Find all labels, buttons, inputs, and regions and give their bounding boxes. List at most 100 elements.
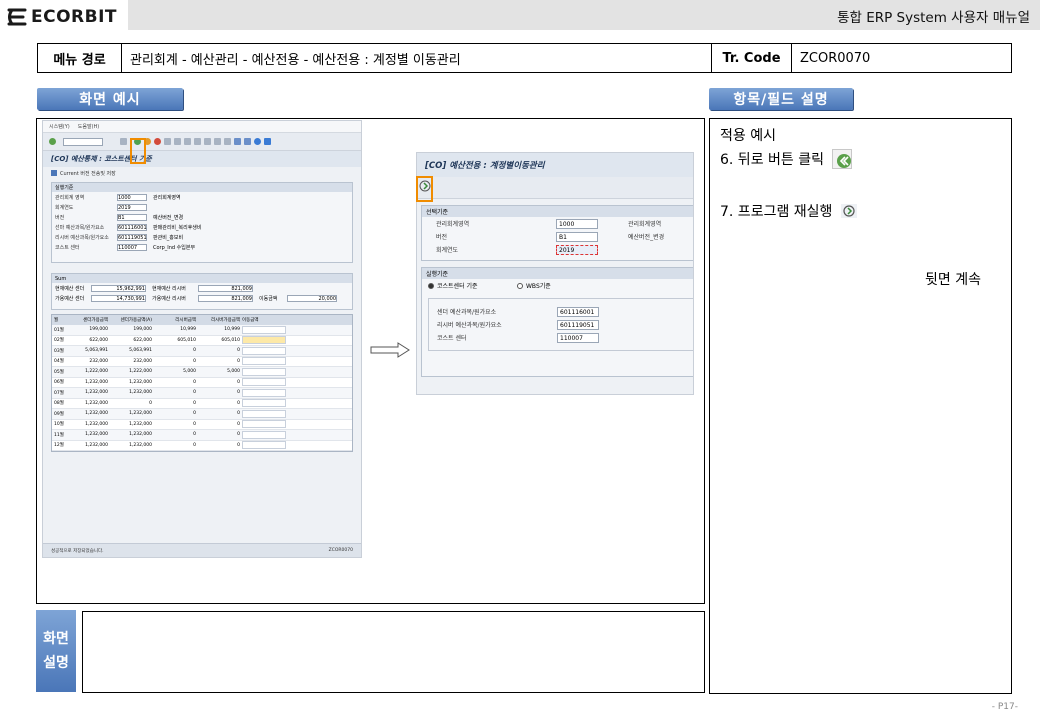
table-cell: 1,222,000 xyxy=(85,369,108,375)
table-cell: 199,000 xyxy=(133,327,152,333)
table-cell: 02월 xyxy=(54,338,64,344)
help-icon xyxy=(254,138,261,145)
table-cell: 10월 xyxy=(54,422,64,428)
tr-code-label: Tr. Code xyxy=(712,44,792,72)
table-cell: 0 xyxy=(193,348,196,354)
logo-text: ECORBIT xyxy=(31,7,118,27)
grid-body: 01월 199,000 199,000 10,999 10,999 02월 622,000 6… xyxy=(52,325,352,451)
table-cell: 0 xyxy=(237,442,240,448)
field-row: 리시버 예산과목/원가요소 601119051 xyxy=(429,318,693,331)
status-message: 성공적으로 저장되었습니다. xyxy=(51,548,104,554)
step-6-text: 6. 뒤로 버튼 클릭 xyxy=(720,152,824,168)
table-cell: 0 xyxy=(193,358,196,364)
table-row: 07월 1,232,000 1,232,000 0 0 xyxy=(52,388,352,399)
back-button-icon xyxy=(832,149,852,169)
field-row: 코스트 센터 110007 xyxy=(429,331,693,344)
screen-desc-label-2: 설명 xyxy=(43,655,69,671)
right-arrow-icon xyxy=(370,342,410,358)
transfer-amount-cell[interactable] xyxy=(242,336,286,345)
table-cell: 1,232,000 xyxy=(129,432,152,438)
sap-screen-title: [CO] 예산전용 : 계정별이동관리 xyxy=(417,153,693,177)
table-cell: 0 xyxy=(237,432,240,438)
field-desc-heading: 항목/필드 설명 xyxy=(709,88,853,110)
manual-title: 통합 ERP System 사용자 매뉴얼 xyxy=(837,10,1030,26)
table-cell: 0 xyxy=(193,442,196,448)
table-cell: 5,000 xyxy=(183,369,196,375)
table-cell: 1,232,000 xyxy=(85,442,108,448)
table-cell: 0 xyxy=(237,358,240,364)
transfer-amount-cell[interactable] xyxy=(242,399,286,408)
field-row: 회계연도 2019 xyxy=(422,243,693,256)
sum-row: 가용예산 센더 14,730,991 가용예산 리시버 821,009 이동금액… xyxy=(55,294,337,302)
table-cell: 0 xyxy=(193,411,196,417)
execute-button-highlight xyxy=(416,176,433,202)
screen-desc-label-1: 화면 xyxy=(43,631,69,647)
transfer-amount-cell[interactable] xyxy=(242,378,286,387)
table-cell: 1,232,000 xyxy=(85,432,108,438)
radio-row: 코스트센터 기준 WBS기준 xyxy=(422,279,693,292)
table-cell: 5,063,991 xyxy=(129,348,152,354)
table-cell: 0 xyxy=(193,400,196,406)
sap-menu-bar: 시스템(Y) 도움말(H) xyxy=(43,121,361,133)
page-number: - P17- xyxy=(991,702,1018,712)
field-row: 선마 예산과목/원가요소 601116001 판매관리비_복리후생비 xyxy=(55,223,202,231)
find-next-icon xyxy=(184,138,191,145)
transfer-amount-cell[interactable] xyxy=(242,367,286,376)
sum-row: 현재예산 센더 15,962,991 현재예산 리시버 821,009 xyxy=(55,284,253,292)
tr-code-value: ZCOR0070 xyxy=(800,50,871,66)
table-cell: 1,232,000 xyxy=(129,421,152,427)
table-cell: 1,232,000 xyxy=(85,379,108,385)
table-row: 05월 1,222,000 1,222,000 5,000 5,000 xyxy=(52,367,352,378)
table-cell: 04월 xyxy=(54,359,64,365)
info-icon xyxy=(51,170,57,176)
sap-menu-item: 시스템(Y) xyxy=(49,124,70,130)
step-7-text: 7. 프로그램 재실행 xyxy=(720,204,833,220)
continued-text: 뒷면 계속 xyxy=(925,272,981,288)
next-page-icon xyxy=(214,138,221,145)
menu-path-value: 관리회계 - 예산관리 - 예산전용 - 예산전용 : 계정별 이동관리 xyxy=(122,44,712,72)
field-row: 관리회계영역 1000 관리회계영역 xyxy=(436,218,662,229)
transfer-amount-cell[interactable] xyxy=(242,441,286,450)
table-cell: 08월 xyxy=(54,401,64,407)
table-cell: 1,232,000 xyxy=(129,442,152,448)
transfer-amount-cell[interactable] xyxy=(242,409,286,418)
table-cell: 0 xyxy=(237,421,240,427)
transfer-amount-cell[interactable] xyxy=(242,357,286,366)
transfer-amount-cell[interactable] xyxy=(242,388,286,397)
field-row: 센더 예산과목/원가요소 601116001 xyxy=(429,305,693,318)
sap-application-toolbar: Current 버전 전송및 저장 xyxy=(43,167,361,179)
transfer-amount-cell[interactable] xyxy=(242,346,286,355)
rerun-icon xyxy=(840,201,860,221)
status-tcode: ZCOR0070 xyxy=(328,548,353,553)
execution-criteria-group: 실행기준 코스트센터 기준 WBS기준 센더 예산과목/원가요소 60111600… xyxy=(421,267,693,377)
table-cell: 1,222,000 xyxy=(129,369,152,375)
transfer-amount-cell[interactable] xyxy=(242,420,286,429)
table-cell: 0 xyxy=(193,421,196,427)
radio-selected xyxy=(428,282,434,289)
table-cell: 06월 xyxy=(54,380,64,386)
table-cell: 09월 xyxy=(54,411,64,417)
field-row: 코스트 센터 110007 Corp_Ind 수입본부 xyxy=(55,243,196,251)
table-cell: 12월 xyxy=(54,443,64,449)
table-cell: 07월 xyxy=(54,390,64,396)
selection-criteria-group: 선택기준 관리회계영역 1000 관리회계영역 버전 B1 예산버전_변경 회계연도 20… xyxy=(421,205,693,261)
table-cell: 0 xyxy=(237,379,240,385)
screen-example-heading: 화면 예시 xyxy=(37,88,183,110)
radio-unselected xyxy=(517,282,523,289)
table-cell: 0 xyxy=(193,432,196,438)
sap-status-bar: 성공적으로 저장되었습니다. ZCOR0070 xyxy=(43,543,361,557)
check-icon xyxy=(49,138,56,145)
table-row: 09월 1,232,000 1,232,000 0 0 xyxy=(52,409,352,420)
sap-screenshot-budget-control: 시스템(Y) 도움말(H) [CO] 예산통제 : 코스트센터 기준 Curre… xyxy=(42,120,362,558)
step-7-line: 7. 프로그램 재실행 xyxy=(720,199,1001,223)
transfer-amount-cell[interactable] xyxy=(242,430,286,439)
transfer-amount-cell[interactable] xyxy=(242,325,286,334)
prev-page-icon xyxy=(204,138,211,145)
table-row: 01월 199,000 199,000 10,999 10,999 xyxy=(52,325,352,336)
table-cell: 1,232,000 xyxy=(129,390,152,396)
table-cell: 01월 xyxy=(54,327,64,333)
field-row: 관리회계 영역 1000 관리회계영역 xyxy=(55,193,181,201)
table-cell: 10,999 xyxy=(180,327,196,333)
table-row: 02월 622,000 622,000 605,010 605,010 xyxy=(52,336,352,346)
cancel-icon xyxy=(154,138,161,145)
